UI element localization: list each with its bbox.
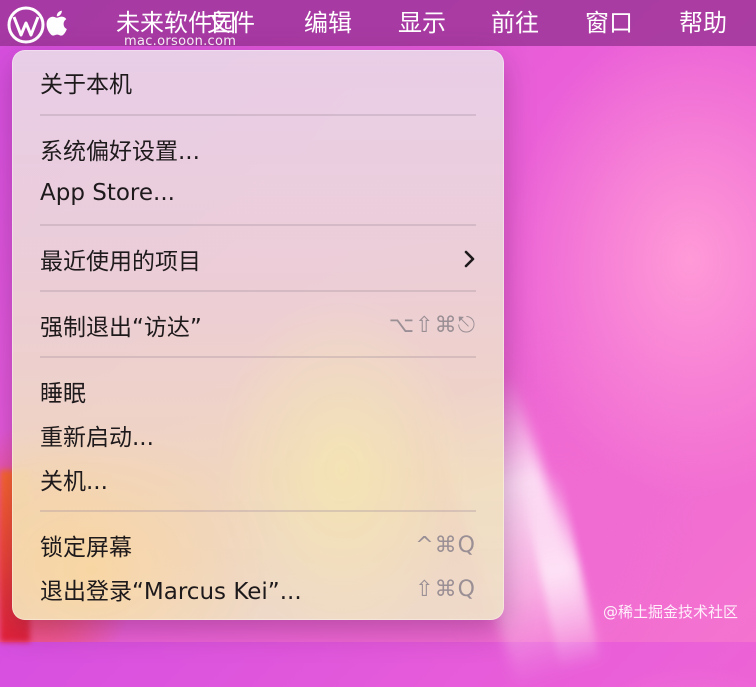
- menu-item-app-store[interactable]: App Store...: [12, 173, 504, 213]
- menu-item-about[interactable]: 关于本机: [12, 62, 504, 102]
- menu-item-restart-label: 重新启动...: [40, 425, 154, 451]
- log-out-shortcut: ⇧⌘Q: [415, 576, 476, 602]
- menu-item-force-quit-label: 强制退出“访达”: [40, 315, 202, 341]
- menubar-window[interactable]: 窗口: [585, 8, 633, 38]
- lock-screen-shortcut: ^⌘Q: [415, 532, 476, 558]
- menu-item-app-store-label: App Store...: [40, 180, 175, 206]
- menubar-view[interactable]: 显示: [398, 8, 446, 38]
- apple-menu-dropdown: 关于本机 系统偏好设置... App Store... 最近使用的项目 强制退出…: [12, 50, 504, 620]
- footer-watermark: @稀土掘金技术社区: [602, 603, 738, 621]
- menu-item-shutdown[interactable]: 关机...: [12, 459, 504, 499]
- menu-item-log-out-label: 退出登录“Marcus Kei”...: [40, 579, 302, 605]
- menu-item-log-out[interactable]: 退出登录“Marcus Kei”... ⇧⌘Q: [12, 569, 504, 609]
- menu-item-system-preferences[interactable]: 系统偏好设置...: [12, 129, 504, 169]
- watermark-logo-icon: [7, 6, 45, 44]
- menu-item-sleep[interactable]: 睡眠: [12, 371, 504, 411]
- menu-separator: [40, 290, 476, 292]
- menu-separator: [40, 224, 476, 226]
- watermark-site-text: mac.orsoon.com: [124, 34, 237, 49]
- menu-item-sleep-label: 睡眠: [40, 381, 86, 407]
- menu-separator: [40, 114, 476, 116]
- menu-item-lock-screen-label: 锁定屏幕: [40, 535, 132, 561]
- menu-bar: 未来软件园 文件 编辑 显示 前往 窗口 帮助 mac.orsoon.com: [0, 0, 756, 49]
- menu-item-shutdown-label: 关机...: [40, 469, 108, 495]
- menu-item-system-preferences-label: 系统偏好设置...: [40, 139, 200, 165]
- force-quit-shortcut: ⌥⇧⌘⎋: [388, 312, 476, 338]
- menu-item-recent-items-label: 最近使用的项目: [40, 249, 201, 275]
- menu-separator: [40, 510, 476, 512]
- menu-item-force-quit[interactable]: 强制退出“访达” ⌥⇧⌘⎋: [12, 305, 504, 345]
- menu-separator: [40, 356, 476, 358]
- menu-item-lock-screen[interactable]: 锁定屏幕 ^⌘Q: [12, 525, 504, 565]
- menu-item-recent-items[interactable]: 最近使用的项目: [12, 239, 504, 279]
- menubar-help[interactable]: 帮助: [679, 8, 727, 38]
- menu-item-restart[interactable]: 重新启动...: [12, 415, 504, 455]
- menu-item-about-label: 关于本机: [40, 72, 132, 98]
- chevron-right-icon: [464, 250, 475, 268]
- menubar-edit[interactable]: 编辑: [304, 8, 352, 38]
- menubar-go[interactable]: 前往: [491, 8, 539, 38]
